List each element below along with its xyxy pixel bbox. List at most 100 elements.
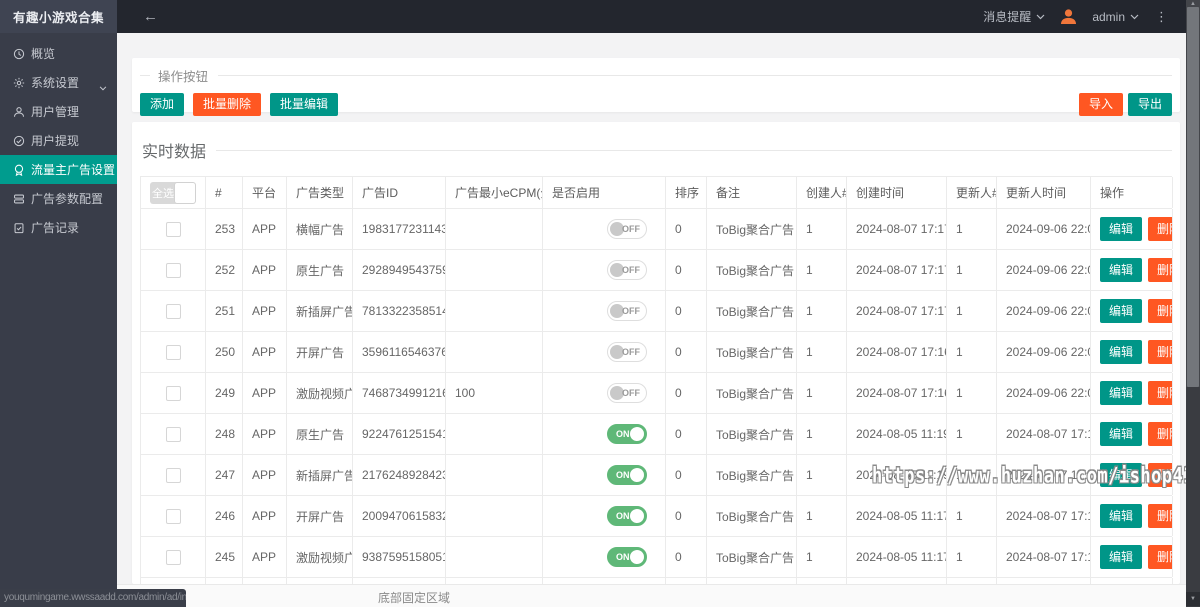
row-checkbox-cell <box>141 373 206 413</box>
cell-updated-at: 2024-08-07 17:16:27 <box>997 496 1091 536</box>
delete-button[interactable]: 删除 <box>1148 381 1172 405</box>
cell-sort: 0 <box>666 291 707 331</box>
sidebar-item-4[interactable]: 用户提现 <box>0 126 117 155</box>
column-header-13: 操作 <box>1091 177 1173 208</box>
column-header-3: 广告类型 <box>287 177 353 208</box>
add-button[interactable]: 添加 <box>140 93 185 116</box>
ads-table: 全选 #平台广告类型广告ID广告最小eCPM(分)是否启用排序备注创建人#创建时间… <box>140 176 1173 584</box>
delete-button[interactable]: 删除 <box>1148 299 1172 323</box>
cell-created-at: 2024-08-05 11:17:31 <box>847 537 947 577</box>
column-header-12: 更新人时间 <box>997 177 1091 208</box>
row-checkbox[interactable] <box>165 426 181 442</box>
cell-remark: ToBig聚合广告 测试 <box>707 496 797 536</box>
column-header-6: 是否启用 <box>543 177 666 208</box>
delete-button[interactable]: 删除 <box>1148 258 1172 282</box>
toggle-knob <box>175 182 195 203</box>
enabled-toggle-off[interactable]: OFF <box>607 301 647 321</box>
enabled-toggle-on[interactable]: ON <box>607 465 647 485</box>
enabled-toggle-off[interactable]: OFF <box>607 260 647 280</box>
avatar[interactable] <box>1059 7 1078 26</box>
import-button[interactable]: 导入 <box>1078 93 1123 116</box>
more-menu-icon[interactable]: ⋮ <box>1153 9 1170 25</box>
edit-button[interactable]: 编辑 <box>1100 340 1143 364</box>
page-scrollbar[interactable]: ▲ ▼ <box>1186 0 1200 607</box>
cell-ad-id: 2176248928423385 <box>353 455 446 495</box>
batch-edit-button[interactable]: 批量编辑 <box>270 93 339 116</box>
enabled-toggle-off[interactable]: OFF <box>607 219 647 239</box>
sidebar-item-2[interactable]: 系统设置 <box>0 68 117 97</box>
row-checkbox[interactable] <box>165 303 181 319</box>
sidebar-item-7[interactable]: 广告记录 <box>0 213 117 242</box>
row-checkbox-cell <box>141 496 206 536</box>
batch-delete-button[interactable]: 批量删除 <box>193 93 262 116</box>
sidebar-item-label: 用户提现 <box>31 134 80 148</box>
column-header-11: 更新人# <box>947 177 997 208</box>
row-checkbox[interactable] <box>165 262 181 278</box>
scroll-down-arrow-icon[interactable]: ▼ <box>1186 592 1200 606</box>
sidebar-item-6[interactable]: 广告参数配置 <box>0 184 117 213</box>
sidebar-item-5[interactable]: 流量主广告设置 <box>0 155 117 184</box>
cell-enabled: OFF <box>543 373 666 413</box>
export-button[interactable]: 导出 <box>1127 93 1172 116</box>
cell-platform: APP <box>243 537 287 577</box>
sidebar-item-1[interactable]: 概览 <box>0 39 117 68</box>
select-all-toggle[interactable]: 全选 <box>150 181 196 204</box>
row-checkbox[interactable] <box>165 508 181 524</box>
edit-button[interactable]: 编辑 <box>1100 258 1143 282</box>
table-legend: 实时数据 <box>142 138 1172 162</box>
row-checkbox[interactable] <box>165 385 181 401</box>
column-header-2: 平台 <box>243 177 287 208</box>
cell-min-ecpm <box>446 291 543 331</box>
enabled-toggle-off[interactable]: OFF <box>607 342 647 362</box>
cell-sort: 0 <box>666 332 707 372</box>
cell-remark: ToBig聚合广告 正式 <box>707 250 797 290</box>
cell-ad-type: 新插屏广告 <box>287 291 353 331</box>
row-checkbox[interactable] <box>165 221 181 237</box>
cell-actions: 编辑删除 <box>1091 496 1173 536</box>
delete-button[interactable]: 删除 <box>1148 340 1172 364</box>
column-header-5: 广告最小eCPM(分) <box>446 177 543 208</box>
table-row: 252APP原生广告2928949543759564 OFF 0ToBig聚合广告 … <box>141 250 1173 291</box>
delete-button[interactable]: 删除 <box>1148 545 1172 569</box>
cell-platform: APP <box>243 209 287 249</box>
edit-button[interactable]: 编辑 <box>1100 381 1143 405</box>
scrollbar-thumb[interactable] <box>1187 7 1199 387</box>
edit-button[interactable]: 编辑 <box>1100 504 1143 528</box>
cell-actions: 编辑删除 <box>1091 291 1173 331</box>
cell-id: 252 <box>206 250 243 290</box>
cell-min-ecpm <box>446 332 543 372</box>
delete-button[interactable]: 删除 <box>1148 504 1172 528</box>
cell-updated-at: 2024-08-07 17:16:27 <box>997 537 1091 577</box>
messages-dropdown[interactable]: 消息提醒 <box>983 8 1045 25</box>
cell-creator: 1 <box>797 496 847 536</box>
cell-created-at: 2024-08-07 17:17:09 <box>847 209 947 249</box>
enabled-toggle-on[interactable]: ON <box>607 506 647 526</box>
delete-button[interactable]: 删除 <box>1148 217 1172 241</box>
sidebar-item-3[interactable]: 用户管理 <box>0 97 117 126</box>
edit-button[interactable]: 编辑 <box>1100 545 1143 569</box>
edit-button[interactable]: 编辑 <box>1100 299 1143 323</box>
ad-records-icon <box>12 221 25 234</box>
cell-updated-at: 2024-09-06 22:06:45 <box>997 332 1091 372</box>
cell-remark: ToBig聚合广告 正式 <box>707 332 797 372</box>
enabled-toggle-on[interactable]: ON <box>607 424 647 444</box>
status-url: youqumingame.wwssaadd.com/admin/ad/index… <box>0 589 186 607</box>
edit-button[interactable]: 编辑 <box>1100 217 1143 241</box>
select-all-label: 全选 <box>152 187 174 200</box>
cell-ad-id: 7813322358514312 <box>353 291 446 331</box>
column-header-8: 备注 <box>707 177 797 208</box>
cell-ad-id: 9387595158051935 <box>353 537 446 577</box>
edit-button[interactable]: 编辑 <box>1100 422 1143 446</box>
cell-actions: 编辑删除 <box>1091 414 1173 454</box>
toggle-state-label: ON <box>616 511 630 521</box>
row-checkbox[interactable] <box>165 549 181 565</box>
enabled-toggle-off[interactable]: OFF <box>607 383 647 403</box>
row-checkbox[interactable] <box>165 467 181 483</box>
delete-button[interactable]: 删除 <box>1148 422 1172 446</box>
back-arrow-icon[interactable]: ← <box>143 8 158 25</box>
enabled-toggle-on[interactable]: ON <box>607 547 647 567</box>
row-checkbox-cell <box>141 455 206 495</box>
user-menu[interactable]: admin <box>1092 10 1139 24</box>
row-checkbox-cell <box>141 332 206 372</box>
row-checkbox[interactable] <box>165 344 181 360</box>
